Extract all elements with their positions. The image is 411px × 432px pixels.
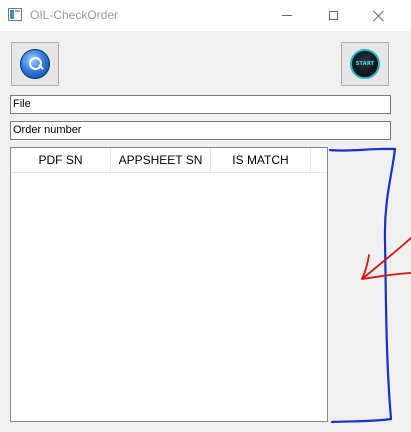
minimize-icon <box>282 15 292 16</box>
results-table[interactable]: PDF SN APPSHEET SN IS MATCH <box>10 147 328 422</box>
window-title: OIL-CheckOrder <box>30 8 119 22</box>
close-button[interactable] <box>356 0 402 31</box>
start-icon-label: START <box>355 61 375 67</box>
title-bar[interactable]: OIL-CheckOrder <box>0 0 411 31</box>
app-window: OIL-CheckOrder START File Order number P… <box>0 0 411 432</box>
browse-button[interactable] <box>11 42 59 86</box>
minimize-button[interactable] <box>264 0 310 31</box>
maximize-button[interactable] <box>310 0 356 31</box>
maximize-icon <box>328 11 338 20</box>
close-icon <box>373 10 385 22</box>
order-number-field[interactable]: Order number <box>10 121 391 140</box>
column-header-pdf-sn[interactable]: PDF SN <box>11 148 111 172</box>
column-header-is-match[interactable]: IS MATCH <box>211 148 311 172</box>
column-header-appsheet-sn[interactable]: APPSHEET SN <box>111 148 211 172</box>
start-icon: START <box>350 49 380 79</box>
search-icon <box>20 49 50 79</box>
annotation-arrow <box>361 237 411 280</box>
table-header: PDF SN APPSHEET SN IS MATCH <box>11 148 327 173</box>
start-button[interactable]: START <box>341 42 389 86</box>
file-field[interactable]: File <box>10 95 391 114</box>
annotation-outline <box>328 147 397 424</box>
app-icon <box>8 8 22 21</box>
